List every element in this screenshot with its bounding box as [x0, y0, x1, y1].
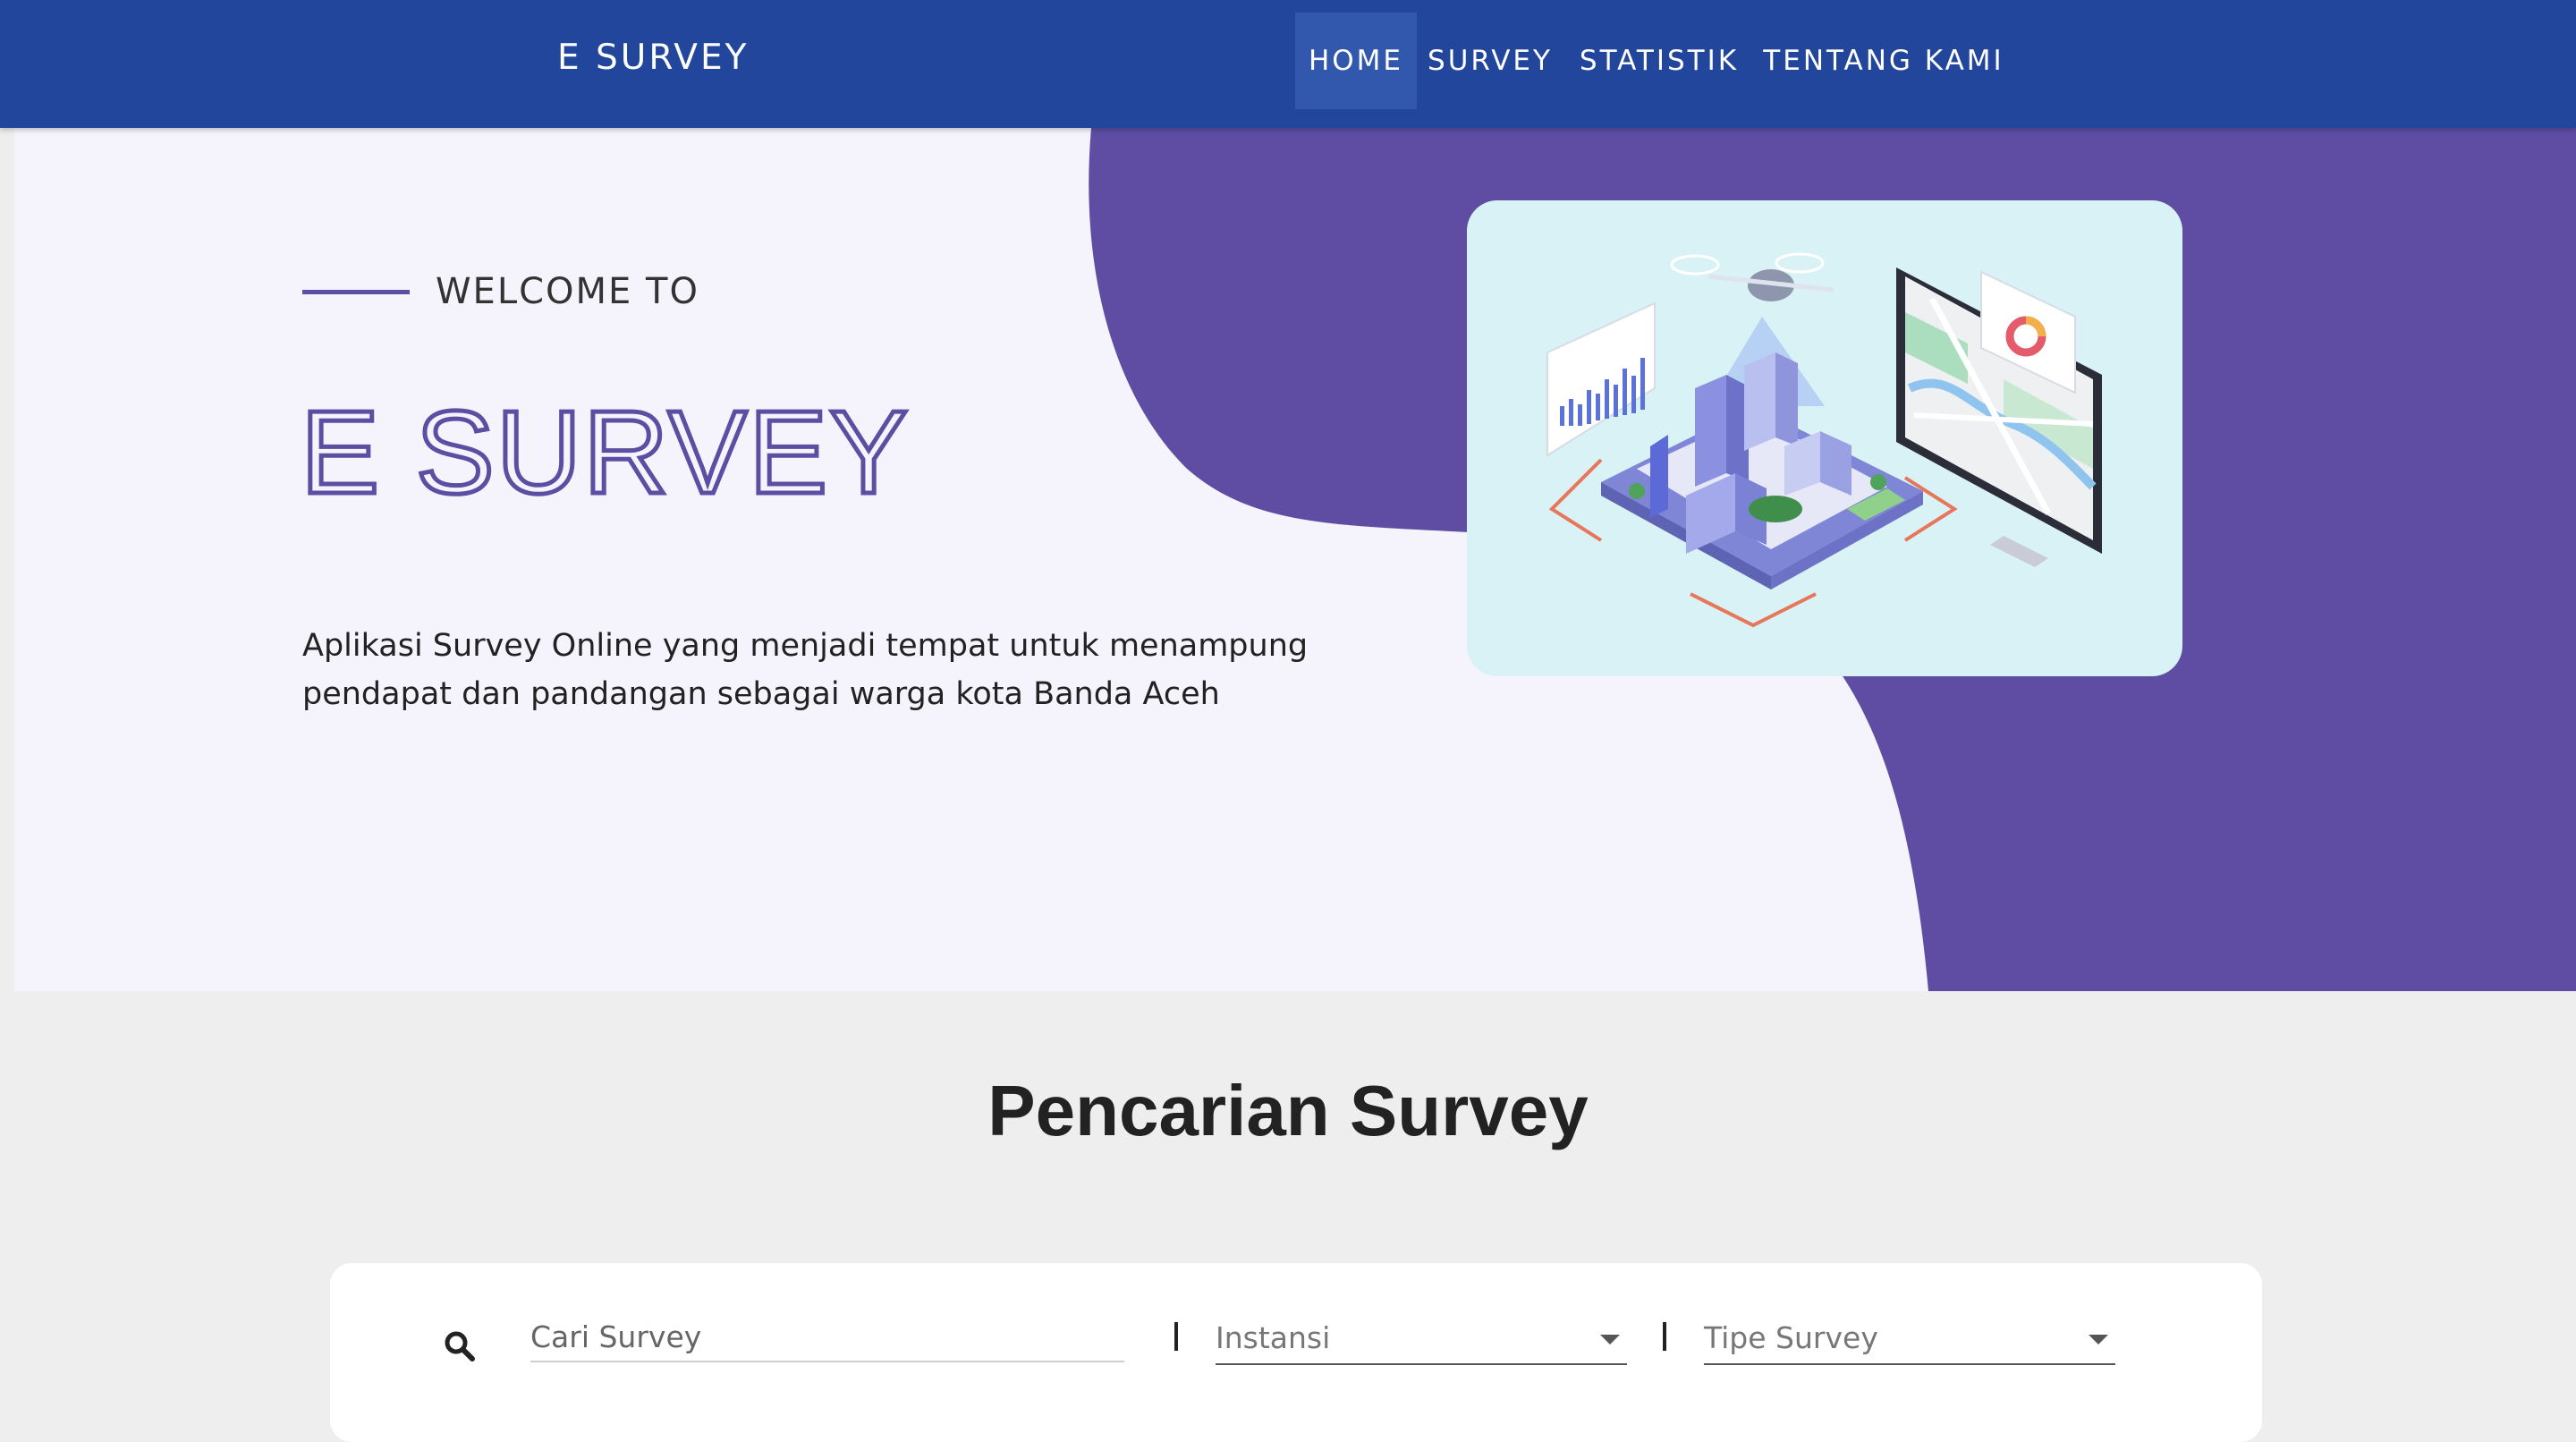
instansi-select-label: Instansi: [1216, 1320, 1331, 1355]
hero-description-line2: pendapat dan pandangan sebagai warga kot…: [302, 676, 1220, 712]
hero-description: Aplikasi Survey Online yang menjadi temp…: [302, 622, 1331, 718]
navbar: E SURVEY HOME SURVEY STATISTIK TENTANG K…: [0, 0, 2576, 128]
svg-text:E SURVEY: E SURVEY: [301, 387, 910, 518]
survey-illustration-card: [1467, 200, 2182, 676]
tipe-survey-select[interactable]: Tipe Survey: [1704, 1315, 2115, 1365]
nav-tentang-kami[interactable]: TENTANG KAMI: [1759, 13, 2008, 109]
hero-title: E SURVEY: [299, 387, 911, 521]
section-title-search: Pencarian Survey: [987, 1071, 1589, 1150]
drone-icon: [1670, 252, 1835, 301]
hero-section: WELCOME TO E SURVEY Aplikasi Survey Onli…: [14, 128, 2576, 991]
city-survey-illustration: [1546, 252, 2102, 628]
chevron-down-icon: [1600, 1335, 1620, 1344]
hero-description-line1: Aplikasi Survey Online yang menjadi temp…: [302, 628, 1309, 664]
brand-logo[interactable]: E SURVEY: [557, 38, 749, 78]
bar-chart-panel: [1546, 301, 1656, 457]
filter-separator: [1174, 1322, 1178, 1351]
nav-survey[interactable]: SURVEY: [1417, 13, 1563, 109]
welcome-divider: [302, 290, 410, 294]
nav-statistik[interactable]: STATISTIK: [1572, 13, 1747, 109]
hero-purple-wave: [1089, 128, 2576, 991]
welcome-text: WELCOME TO: [436, 271, 699, 312]
nav-home[interactable]: HOME: [1295, 13, 1417, 109]
monitor-map-icon: [1896, 267, 2102, 567]
search-card: Instansi Tipe Survey: [330, 1263, 2262, 1442]
search-survey-input[interactable]: [530, 1312, 1124, 1362]
filter-separator: [1663, 1322, 1666, 1351]
chevron-down-icon: [2089, 1335, 2108, 1344]
search-icon[interactable]: [445, 1331, 475, 1361]
instansi-select[interactable]: Instansi: [1216, 1315, 1627, 1365]
tipe-survey-select-label: Tipe Survey: [1704, 1320, 1878, 1355]
